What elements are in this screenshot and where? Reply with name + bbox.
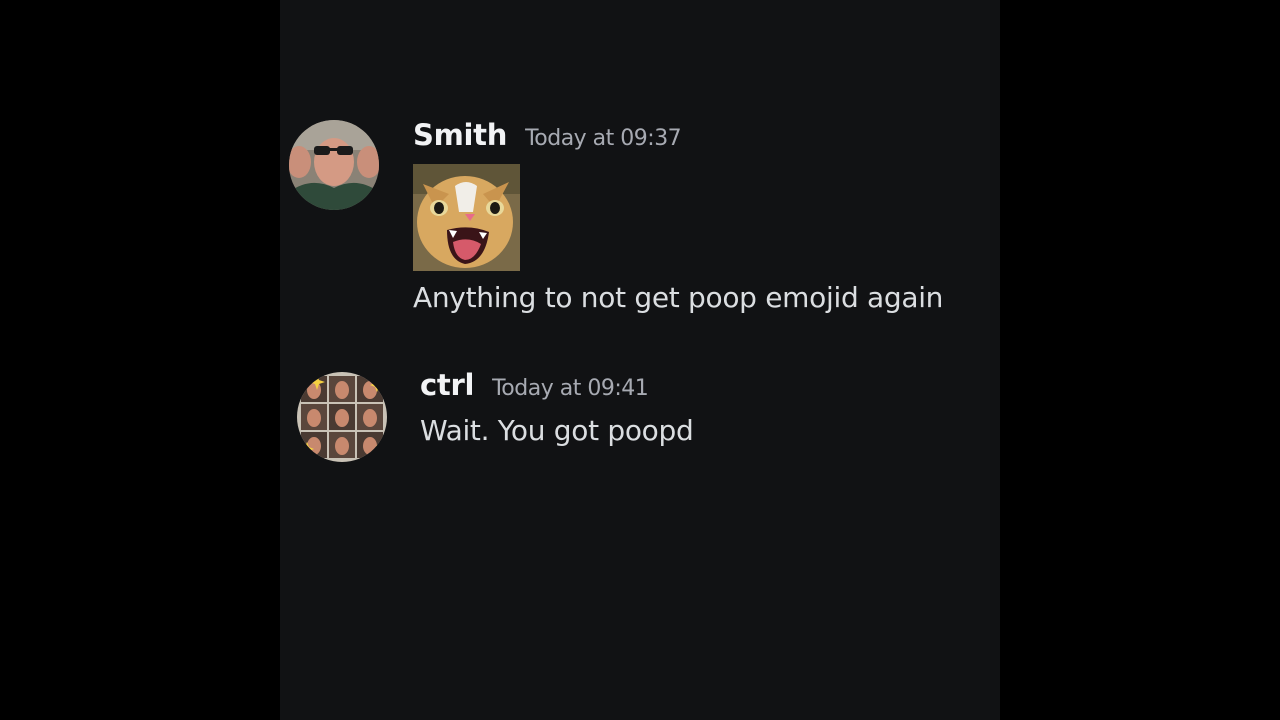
chat-frame: Smith Today at 09:37 Anything to not get… [280, 0, 1000, 720]
user-avatar[interactable] [297, 372, 387, 462]
message-header: ctrl Today at 09:41 [420, 368, 693, 414]
message-content: ctrl Today at 09:41 Wait. You got poopd [420, 368, 694, 447]
message-text: Anything to not get poop emojid again [413, 281, 944, 314]
timestamp[interactable]: Today at 09:37 [525, 126, 682, 151]
message-text: Wait. You got poopd [420, 414, 694, 447]
username[interactable]: Smith [413, 118, 507, 152]
timestamp[interactable]: Today at 09:41 [492, 376, 649, 401]
user-avatar[interactable] [289, 120, 379, 210]
cat-image[interactable] [413, 164, 520, 271]
message-content: Smith Today at 09:37 Anything to not get… [413, 118, 943, 314]
username[interactable]: ctrl [420, 368, 474, 402]
message-header: Smith Today at 09:37 [413, 118, 943, 164]
